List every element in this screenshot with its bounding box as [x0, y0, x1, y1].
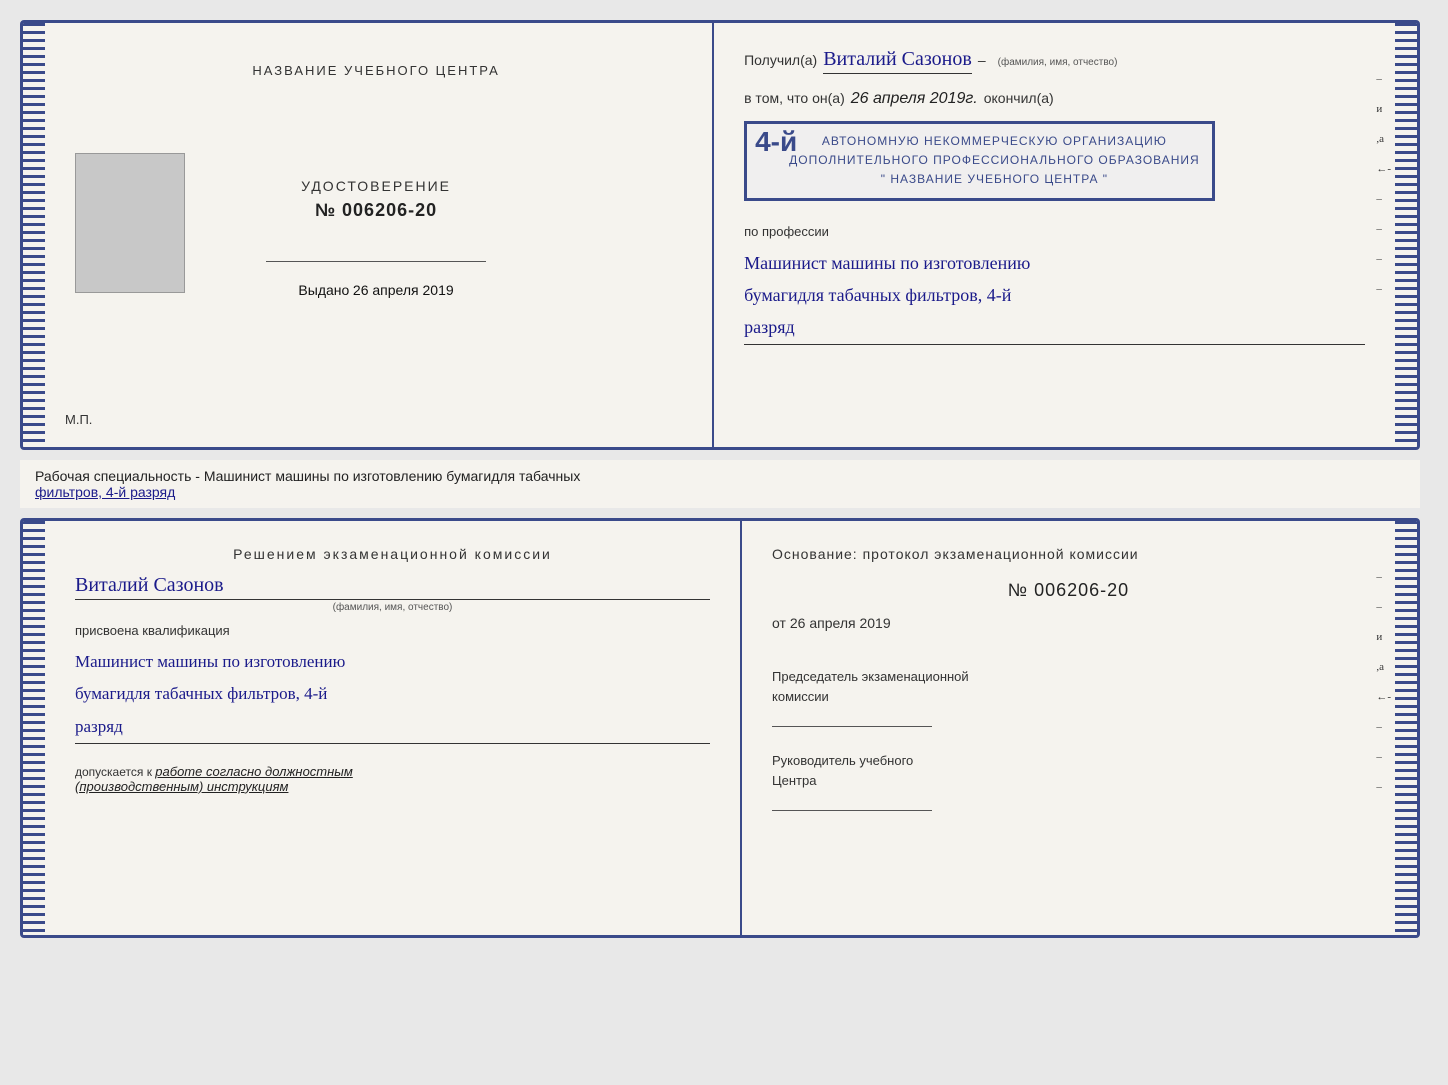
- cert-profession-line1: Машинист машины по изготовлению: [744, 247, 1365, 279]
- bottom-rukovoditel-signature-line: [772, 810, 932, 811]
- bottom-right-rukovoditel: Руководитель учебного Центра: [772, 751, 1365, 819]
- bottom-mark-arrow: ←-: [1376, 691, 1391, 703]
- bottom-mark-i: и: [1376, 631, 1391, 643]
- bottom-left-name: Виталий Сазонов: [75, 574, 710, 600]
- cert-name: Виталий Сазонов: [823, 48, 972, 74]
- middle-text-line2: фильтров, 4-й разряд: [35, 484, 1405, 500]
- bottom-right-border-strip: [1395, 521, 1417, 935]
- bottom-ot-label: от: [772, 615, 786, 631]
- cert-poluchil-row: Получил(а) Виталий Сазонов – (фамилия, и…: [744, 48, 1365, 74]
- certificate-book: НАЗВАНИЕ УЧЕБНОГО ЦЕНТРА УДОСТОВЕРЕНИЕ №…: [20, 20, 1420, 450]
- cert-po-professii: по профессии: [744, 224, 1365, 239]
- bottom-left-title: Решением экзаменационной комиссии: [75, 546, 710, 562]
- cert-left-main: УДОСТОВЕРЕНИЕ № 006206-20 Выдано 26 апре…: [266, 178, 486, 298]
- bottom-left-border-strip: [23, 521, 45, 935]
- bottom-right-title: Основание: протокол экзаменационной коми…: [772, 546, 1365, 562]
- bottom-prisvoena-label: присвоена квалификация: [75, 623, 710, 638]
- bottom-right-number: № 006206-20: [772, 580, 1365, 601]
- cert-okonchil-label: окончил(а): [984, 90, 1054, 106]
- cert-mark-dash4: –: [1376, 253, 1391, 265]
- bottom-book: Решением экзаменационной комиссии Витали…: [20, 518, 1420, 938]
- cert-mark-dash1: –: [1376, 73, 1391, 85]
- cert-stamp-area: 4-й АВТОНОМНУЮ НЕКОММЕРЧЕСКУЮ ОРГАНИЗАЦИ…: [744, 121, 1365, 201]
- cert-name-sublabel: (фамилия, имя, отчество): [998, 57, 1118, 68]
- bottom-right-marks: – – и ,а ←- – – –: [1376, 571, 1395, 793]
- cert-mp: М.П.: [65, 412, 92, 427]
- bottom-mark-dash3: –: [1376, 721, 1391, 733]
- bottom-dopusk-text1: работе согласно должностным: [155, 764, 352, 779]
- cert-stamp-line3: " НАЗВАНИЕ УЧЕБНОГО ЦЕНТРА ": [789, 170, 1200, 189]
- bottom-chairman-line2: комиссии: [772, 687, 1365, 707]
- cert-mark-i: и: [1376, 103, 1391, 115]
- bottom-rukovoditel-line2: Центра: [772, 771, 1365, 791]
- cert-vydano-date: 26 апреля 2019: [353, 282, 454, 298]
- cert-profession: Машинист машины по изготовлению бумагидл…: [744, 247, 1365, 345]
- bottom-mark-dash4: –: [1376, 751, 1391, 763]
- bottom-mark-dash5: –: [1376, 781, 1391, 793]
- cert-stamp-number: 4-й: [755, 126, 797, 158]
- cert-vydano-label: Выдано: [298, 282, 349, 298]
- bottom-mark-a: ,а: [1376, 661, 1391, 673]
- cert-poluchil-label: Получил(а): [744, 52, 817, 68]
- middle-text-line1: Рабочая специальность - Машинист машины …: [35, 468, 1405, 484]
- bottom-right-date: 26 апреля 2019: [790, 615, 891, 631]
- cert-stamp-text: АВТОНОМНУЮ НЕКОММЕРЧЕСКУЮ ОРГАНИЗАЦИЮ ДО…: [789, 132, 1200, 190]
- cert-mark-a: ,а: [1376, 133, 1391, 145]
- cert-mark-dash3: –: [1376, 223, 1391, 235]
- bottom-profession-line2: бумагидля табачных фильтров, 4-й: [75, 678, 710, 710]
- left-border-strip: [23, 23, 45, 447]
- cert-udost-label: УДОСТОВЕРЕНИЕ: [266, 178, 486, 194]
- bottom-left-page: Решением экзаменационной комиссии Витали…: [45, 521, 742, 935]
- cert-photo-placeholder: [75, 153, 185, 293]
- cert-right-marks: – и ,а ←- – – – –: [1376, 73, 1395, 295]
- cert-stamp: 4-й АВТОНОМНУЮ НЕКОММЕРЧЕСКУЮ ОРГАНИЗАЦИ…: [744, 121, 1215, 201]
- cert-left-line: [266, 261, 486, 262]
- bottom-dopusk-text2: (производственным) инструкциям: [75, 779, 288, 794]
- middle-text-section: Рабочая специальность - Машинист машины …: [20, 460, 1420, 508]
- bottom-profession: Машинист машины по изготовлению бумагидл…: [75, 646, 710, 744]
- bottom-right-page: Основание: протокол экзаменационной коми…: [742, 521, 1395, 935]
- bottom-dopuskaetsya: допускается к работе согласно должностны…: [75, 764, 710, 794]
- cert-profession-line3: разряд: [744, 311, 1365, 343]
- bottom-dopusk-label: допускается к: [75, 765, 152, 779]
- bottom-rukovoditel-line1: Руководитель учебного: [772, 751, 1365, 771]
- cert-right-page: Получил(а) Виталий Сазонов – (фамилия, и…: [714, 23, 1395, 447]
- bottom-profession-line1: Машинист машины по изготовлению: [75, 646, 710, 678]
- right-border-strip: [1395, 23, 1417, 447]
- cert-mark-dash2: –: [1376, 193, 1391, 205]
- cert-mark-arrow: ←-: [1376, 163, 1391, 175]
- cert-date: 26 апреля 2019г.: [851, 90, 978, 108]
- cert-left-title: НАЗВАНИЕ УЧЕБНОГО ЦЕНТРА: [252, 63, 499, 78]
- bottom-right-chairman: Председатель экзаменационной комиссии: [772, 667, 1365, 735]
- bottom-mark-dash1: –: [1376, 571, 1391, 583]
- cert-profession-line2: бумагидля табачных фильтров, 4-й: [744, 279, 1365, 311]
- bottom-profession-line3: разряд: [75, 711, 710, 743]
- bottom-mark-dash2: –: [1376, 601, 1391, 613]
- bottom-right-date-row: от 26 апреля 2019: [772, 615, 1365, 631]
- cert-stamp-line1: АВТОНОМНУЮ НЕКОММЕРЧЕСКУЮ ОРГАНИЗАЦИЮ: [789, 132, 1200, 151]
- cert-dash: –: [978, 52, 986, 68]
- bottom-chairman-signature-line: [772, 726, 932, 727]
- cert-stamp-line2: ДОПОЛНИТЕЛЬНОГО ПРОФЕССИОНАЛЬНОГО ОБРАЗО…: [789, 151, 1200, 170]
- cert-vtom-label: в том, что он(а): [744, 90, 845, 106]
- page-wrapper: НАЗВАНИЕ УЧЕБНОГО ЦЕНТРА УДОСТОВЕРЕНИЕ №…: [20, 20, 1428, 938]
- cert-left-page: НАЗВАНИЕ УЧЕБНОГО ЦЕНТРА УДОСТОВЕРЕНИЕ №…: [45, 23, 714, 447]
- cert-number: № 006206-20: [266, 200, 486, 221]
- cert-vtom-row: в том, что он(а) 26 апреля 2019г. окончи…: [744, 90, 1365, 108]
- bottom-name-sublabel: (фамилия, имя, отчество): [75, 602, 710, 613]
- bottom-chairman-line1: Председатель экзаменационной: [772, 667, 1365, 687]
- cert-mark-dash5: –: [1376, 283, 1391, 295]
- cert-vydano: Выдано 26 апреля 2019: [266, 282, 486, 298]
